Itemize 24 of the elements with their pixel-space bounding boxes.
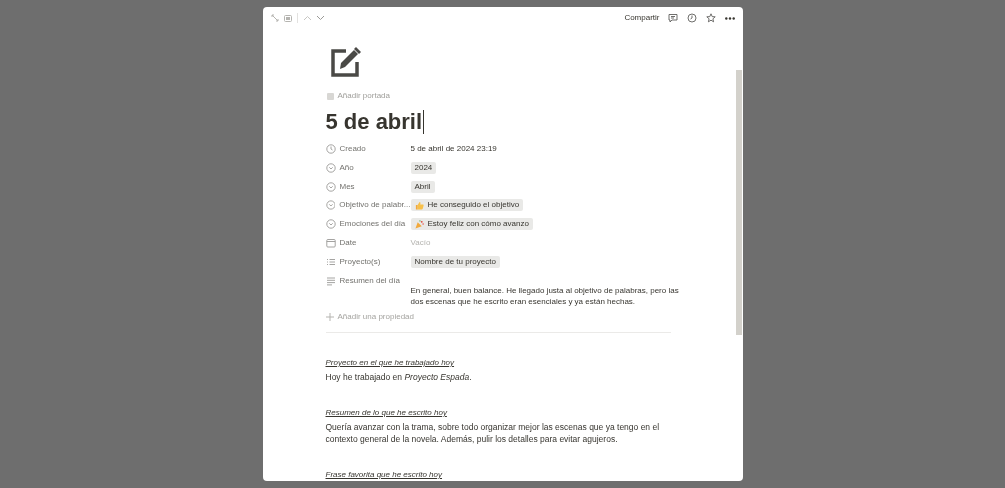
property-label[interactable]: Date bbox=[339, 237, 357, 249]
section-text: Quería avanzar con la trama, sobre todo organizar mejor las escenas que ya tengo en el contexto general de la novela. Además, pulir los detalles para evitar agujeros. bbox=[325, 420, 661, 445]
property-label[interactable]: Emociones del día bbox=[339, 218, 406, 231]
property-label[interactable]: Objetivo de palabr... bbox=[339, 199, 411, 212]
property-value: En general, buen balance. He llegado justa al objetivo de palabras, pero las dos escenas que he escrito eran esenciales y ya están hechas. bbox=[410, 284, 680, 307]
tag[interactable]: 2024 bbox=[410, 161, 437, 174]
share-button[interactable]: Compartir bbox=[624, 12, 660, 24]
property-value: 5 de abril de 2024 23:19 bbox=[410, 143, 497, 155]
tag[interactable]: Estoy feliz con cómo avanzo bbox=[410, 218, 533, 231]
section-text: Hoy he trabajado en Proyecto Espada. bbox=[325, 370, 473, 383]
property-label[interactable]: Proyecto(s) bbox=[339, 255, 381, 268]
add-cover-button[interactable]: Añadir portada bbox=[337, 90, 390, 102]
section-heading: Resumen de lo que he escrito hoy bbox=[325, 406, 448, 418]
tag[interactable]: Nombre de tu proyecto bbox=[410, 255, 500, 268]
section-heading: Frase favorita que he escrito hoy bbox=[325, 468, 443, 480]
page-title[interactable]: 5 de abril bbox=[325, 108, 423, 136]
tag[interactable]: Abril bbox=[410, 180, 435, 193]
property-label[interactable]: Año bbox=[339, 161, 354, 174]
tag[interactable]: He conseguido el objetivo bbox=[410, 199, 524, 212]
section-heading: Proyecto en el que he trabajado hoy bbox=[325, 356, 456, 368]
empty-value: Vacío bbox=[410, 237, 431, 249]
property-label[interactable]: Creado bbox=[339, 143, 366, 155]
property-label[interactable]: Resumen del día bbox=[339, 274, 400, 287]
property-label[interactable]: Mes bbox=[339, 180, 355, 193]
